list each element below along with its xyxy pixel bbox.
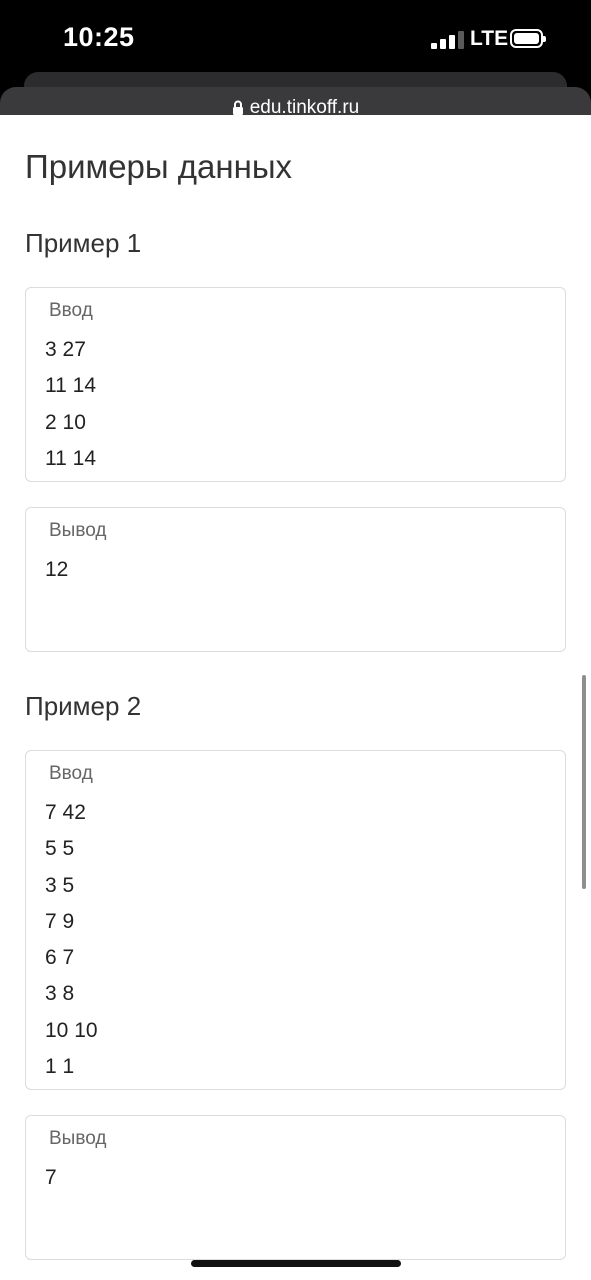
input-label: Ввод: [49, 300, 93, 321]
input-line: 1 1: [45, 1055, 75, 1079]
example-1-input-box[interactable]: Ввод 3 27 11 14 2 10 11 14: [25, 287, 566, 482]
example-2-title: Пример 2: [25, 691, 142, 721]
output-lines: 12: [45, 552, 68, 588]
url-text: edu.tinkoff.ru: [249, 97, 360, 117]
input-line: 11 14: [45, 374, 96, 398]
input-line: 10 10: [45, 1018, 98, 1042]
output-line: 12: [45, 558, 69, 581]
example-2-input-box[interactable]: Ввод 7 42 5 5 3 5 7 9 6 7 3 8 10 10 1 1: [25, 750, 566, 1090]
input-line: 2 10: [45, 410, 86, 434]
output-label: Вывод: [49, 520, 107, 541]
output-line: 7: [45, 1166, 57, 1189]
scrollbar[interactable]: [582, 675, 586, 889]
browser-address-bar[interactable]: edu.tinkoff.ru: [0, 87, 591, 117]
input-line: 3 8: [45, 982, 75, 1006]
input-line: 3 27: [45, 338, 86, 361]
input-lines: 3 27 11 14 2 10 11 14: [45, 332, 96, 477]
input-lines: 7 42 5 5 3 5 7 9 6 7 3 8 10 10 1 1: [45, 795, 98, 1085]
home-indicator[interactable]: [191, 1260, 401, 1267]
page-content: Примеры данных Пример 1 Ввод 3 27 11 14 …: [0, 115, 591, 1280]
input-label: Ввод: [49, 763, 93, 784]
input-line: 7 42: [45, 801, 86, 824]
example-1-output-box[interactable]: Вывод 12: [25, 507, 566, 652]
input-line: 7 9: [45, 909, 75, 933]
output-label: Вывод: [49, 1128, 107, 1149]
input-line: 5 5: [45, 837, 75, 861]
status-bar: 10:25 LTE: [0, 0, 591, 80]
output-lines: 7: [45, 1160, 57, 1196]
input-line: 11 14: [45, 446, 96, 470]
input-line: 6 7: [45, 946, 75, 970]
lock-icon: [232, 101, 243, 116]
status-time: 10:25: [63, 22, 135, 52]
example-1-title: Пример 1: [25, 228, 142, 258]
page-title: Примеры данных: [25, 148, 293, 185]
network-type: LTE: [470, 27, 509, 50]
input-line: 3 5: [45, 873, 75, 897]
cellular-signal-icon: [431, 31, 464, 49]
example-2-output-box[interactable]: Вывод 7: [25, 1115, 566, 1260]
battery-icon: [510, 29, 546, 48]
